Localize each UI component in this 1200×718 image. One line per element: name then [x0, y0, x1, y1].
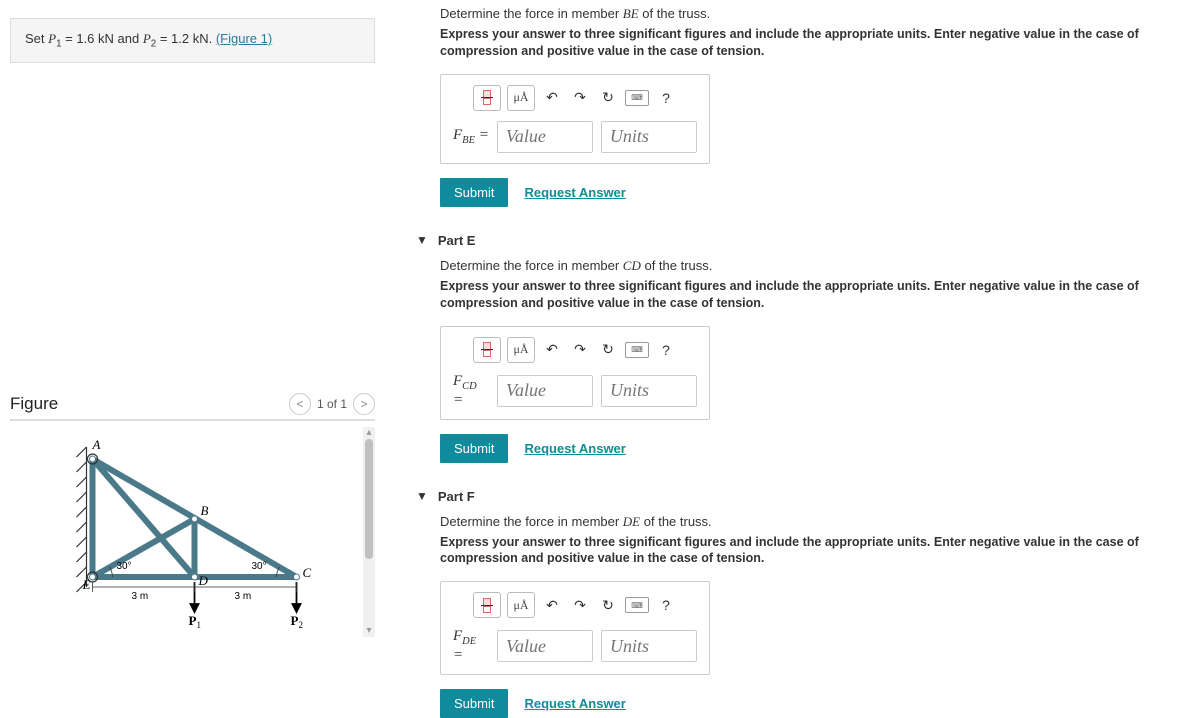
partE-header[interactable]: ▼ Part E — [416, 233, 1190, 248]
svg-text:3 m: 3 m — [235, 591, 252, 602]
redo-icon[interactable]: ↷ — [569, 594, 591, 616]
special-chars-button[interactable]: μÅ — [507, 592, 535, 618]
truss-figure: A B C D E 30° 30° 3 m 3 m — [10, 427, 363, 637]
reset-icon[interactable]: ↻ — [597, 87, 619, 109]
partF-value-input[interactable] — [497, 630, 593, 662]
reset-icon[interactable]: ↻ — [597, 594, 619, 616]
help-icon[interactable]: ? — [655, 87, 677, 109]
partF-prompt: Determine the force in member DE of the … — [440, 514, 1190, 530]
p1-val: = 1.6 kN — [62, 31, 114, 46]
redo-icon[interactable]: ↷ — [569, 87, 591, 109]
p2-var: P — [143, 31, 151, 46]
partD-instructions: Express your answer to three significant… — [440, 26, 1190, 60]
given-values: Set P1 = 1.6 kN and P2 = 1.2 kN. (Figure… — [10, 18, 375, 63]
partE-request-answer[interactable]: Request Answer — [524, 441, 625, 456]
scroll-up-icon[interactable]: ▴ — [366, 427, 371, 439]
partE-answer-box: μÅ ↶ ↷ ↻ ⌨ ? FCD = — [440, 326, 710, 420]
partE-submit-button[interactable]: Submit — [440, 434, 508, 463]
given-dot: . — [209, 31, 216, 46]
reset-icon[interactable]: ↻ — [597, 339, 619, 361]
svg-text:C: C — [303, 565, 312, 580]
keyboard-icon[interactable]: ⌨ — [625, 90, 649, 106]
partE-value-input[interactable] — [497, 375, 593, 407]
help-icon[interactable]: ? — [655, 339, 677, 361]
svg-text:30°: 30° — [252, 561, 267, 572]
svg-text:A: A — [92, 437, 101, 452]
given-and: and — [114, 31, 143, 46]
keyboard-icon[interactable]: ⌨ — [625, 342, 649, 358]
undo-icon[interactable]: ↶ — [541, 594, 563, 616]
special-chars-button[interactable]: μÅ — [507, 85, 535, 111]
svg-text:P2: P2 — [291, 613, 303, 630]
partF-request-answer[interactable]: Request Answer — [524, 696, 625, 711]
figure-link[interactable]: (Figure 1) — [216, 31, 272, 46]
figure-pager: < 1 of 1 > — [289, 393, 375, 415]
partD-request-answer[interactable]: Request Answer — [524, 185, 625, 200]
fraction-icon[interactable] — [473, 337, 501, 363]
partF-instructions: Express your answer to three significant… — [440, 534, 1190, 568]
partD-toolbar: μÅ ↶ ↷ ↻ ⌨ ? — [453, 85, 697, 111]
partF-units-input[interactable] — [601, 630, 697, 662]
figure-scrollbar[interactable]: ▴ ▾ — [363, 427, 375, 637]
partF-submit-button[interactable]: Submit — [440, 689, 508, 718]
partD-value-input[interactable] — [497, 121, 593, 153]
svg-text:D: D — [198, 573, 209, 588]
fraction-icon[interactable] — [473, 85, 501, 111]
svg-text:3 m: 3 m — [132, 591, 149, 602]
p1-var: P — [48, 31, 56, 46]
partE-units-input[interactable] — [601, 375, 697, 407]
partD-submit-button[interactable]: Submit — [440, 178, 508, 207]
partD-answer-box: μÅ ↶ ↷ ↻ ⌨ ? FBE = — [440, 74, 710, 164]
svg-text:30°: 30° — [117, 561, 132, 572]
fraction-icon[interactable] — [473, 592, 501, 618]
p2-val: = 1.2 kN — [156, 31, 208, 46]
svg-text:P1: P1 — [189, 613, 201, 630]
special-chars-button[interactable]: μÅ — [507, 337, 535, 363]
partF-toolbar: μÅ ↶ ↷ ↻ ⌨ ? — [453, 592, 697, 618]
partE-variable: FCD = — [453, 373, 489, 409]
partD-units-input[interactable] — [601, 121, 697, 153]
pager-prev[interactable]: < — [289, 393, 311, 415]
partF-answer-box: μÅ ↶ ↷ ↻ ⌨ ? FDE = — [440, 581, 710, 675]
given-prefix: Set — [25, 31, 48, 46]
figure-title: Figure — [10, 394, 58, 414]
help-icon[interactable]: ? — [655, 594, 677, 616]
partD-prompt: Determine the force in member BE of the … — [440, 6, 1190, 22]
partF-header[interactable]: ▼ Part F — [416, 489, 1190, 504]
partE-instructions: Express your answer to three significant… — [440, 278, 1190, 312]
partE-toolbar: μÅ ↶ ↷ ↻ ⌨ ? — [453, 337, 697, 363]
scroll-thumb[interactable] — [365, 439, 373, 559]
pager-count: 1 of 1 — [317, 397, 347, 411]
collapse-icon[interactable]: ▼ — [416, 489, 428, 503]
pager-next[interactable]: > — [353, 393, 375, 415]
undo-icon[interactable]: ↶ — [541, 339, 563, 361]
svg-text:B: B — [201, 503, 209, 518]
partE-prompt: Determine the force in member CD of the … — [440, 258, 1190, 274]
svg-text:E: E — [82, 577, 91, 592]
collapse-icon[interactable]: ▼ — [416, 233, 428, 247]
undo-icon[interactable]: ↶ — [541, 87, 563, 109]
partF-variable: FDE = — [453, 628, 489, 664]
keyboard-icon[interactable]: ⌨ — [625, 597, 649, 613]
partD-variable: FBE = — [453, 127, 489, 146]
redo-icon[interactable]: ↷ — [569, 339, 591, 361]
scroll-down-icon[interactable]: ▾ — [366, 625, 371, 637]
